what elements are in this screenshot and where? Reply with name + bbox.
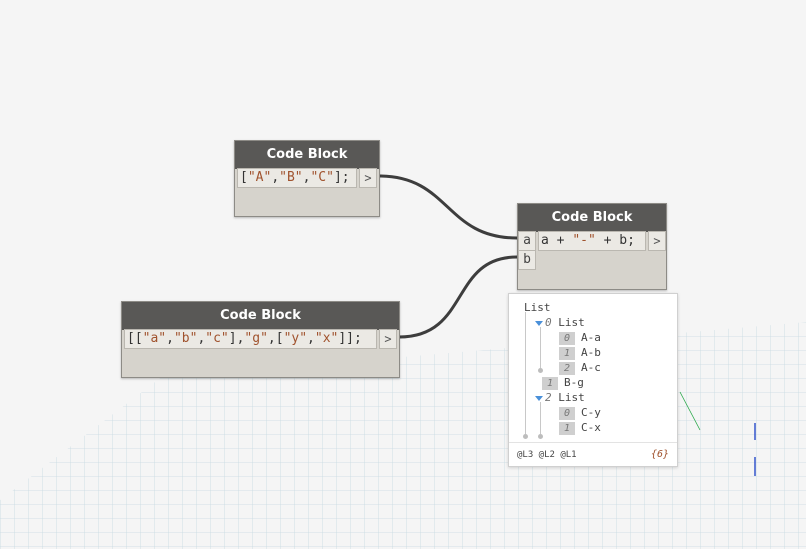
code-block-node-3[interactable]: Code Block a b a + "-" + b; > bbox=[517, 203, 667, 290]
preview-index: 2 bbox=[559, 362, 575, 375]
code-block-node-2[interactable]: Code Block [["a","b","c"],"g",["y","x"]]… bbox=[121, 301, 400, 378]
preview-root-label: List bbox=[524, 301, 551, 314]
graph-canvas[interactable] bbox=[0, 0, 806, 549]
string-token: "a" bbox=[142, 331, 167, 346]
preview-list-label: 0 List bbox=[545, 316, 585, 329]
preview-index: 0 bbox=[559, 407, 575, 420]
preview-item-value: A-b bbox=[581, 346, 601, 359]
input-port-b[interactable]: b bbox=[518, 250, 536, 270]
watch-preview[interactable]: List 0 List 0 A-a 1 A-b 2 A-c 1 B-g 2 List 0 C-y 1 C-… bbox=[508, 293, 678, 467]
string-token: "y" bbox=[283, 331, 308, 346]
list-levels[interactable]: @L3 @L2 @L1 bbox=[517, 443, 577, 467]
code-token: a + bbox=[541, 233, 573, 248]
wire-connector bbox=[398, 255, 518, 339]
tree-guide-line bbox=[525, 312, 526, 434]
output-port[interactable]: > bbox=[359, 168, 377, 188]
preview-index: 1 bbox=[542, 377, 558, 390]
node-title[interactable]: Code Block bbox=[518, 204, 666, 232]
string-token: "b" bbox=[173, 331, 198, 346]
item-count: {6} bbox=[650, 449, 669, 460]
code-token: , bbox=[307, 331, 315, 346]
code-token: ], bbox=[228, 331, 245, 346]
code-token: ,[ bbox=[267, 331, 284, 346]
preview-list-label: 2 List bbox=[545, 391, 585, 404]
node-title[interactable]: Code Block bbox=[235, 141, 379, 169]
string-token: "c" bbox=[205, 331, 229, 346]
code-token: + b; bbox=[595, 233, 635, 248]
output-port[interactable]: > bbox=[648, 231, 666, 251]
code-block-node-1[interactable]: Code Block ["A","B","C"]; > bbox=[234, 140, 380, 217]
code-token: , bbox=[166, 331, 174, 346]
tree-end-dot bbox=[538, 368, 543, 373]
input-port-a[interactable]: a bbox=[518, 231, 536, 251]
string-token: "g" bbox=[244, 331, 268, 346]
expand-arrow-icon[interactable] bbox=[535, 321, 543, 326]
preview-index: 0 bbox=[559, 332, 575, 345]
wire-connector bbox=[378, 174, 518, 240]
tree-end-dot bbox=[523, 434, 528, 439]
code-token: [ bbox=[240, 170, 248, 185]
tree-end-dot bbox=[538, 434, 543, 439]
preview-item-value: B-g bbox=[564, 376, 584, 389]
code-token: ]; bbox=[333, 170, 350, 185]
string-token: "C" bbox=[310, 170, 334, 185]
code-editor[interactable]: a + "-" + b; bbox=[538, 231, 646, 251]
string-token: "x" bbox=[314, 331, 339, 346]
code-token: , bbox=[271, 170, 280, 185]
preview-item-value: A-c bbox=[581, 361, 601, 374]
tree-guide-line bbox=[540, 327, 541, 369]
preview-footer: @L3 @L2 @L1 {6} bbox=[509, 442, 677, 467]
string-token: "-" bbox=[572, 233, 596, 248]
code-token: [[ bbox=[127, 331, 143, 346]
code-editor[interactable]: ["A","B","C"]; bbox=[237, 168, 357, 188]
code-editor[interactable]: [["a","b","c"],"g",["y","x"]]; bbox=[124, 329, 377, 349]
code-token: ]]; bbox=[338, 331, 362, 346]
string-token: "A" bbox=[247, 170, 272, 185]
preview-index: 1 bbox=[559, 422, 575, 435]
preview-index: 1 bbox=[559, 347, 575, 360]
tree-guide-line bbox=[540, 402, 541, 434]
string-token: "B" bbox=[279, 170, 303, 185]
preview-item-value: A-a bbox=[581, 331, 601, 344]
output-port[interactable]: > bbox=[379, 329, 397, 349]
preview-item-value: C-x bbox=[581, 421, 601, 434]
node-title[interactable]: Code Block bbox=[122, 302, 399, 330]
preview-item-value: C-y bbox=[581, 406, 601, 419]
expand-arrow-icon[interactable] bbox=[535, 396, 543, 401]
